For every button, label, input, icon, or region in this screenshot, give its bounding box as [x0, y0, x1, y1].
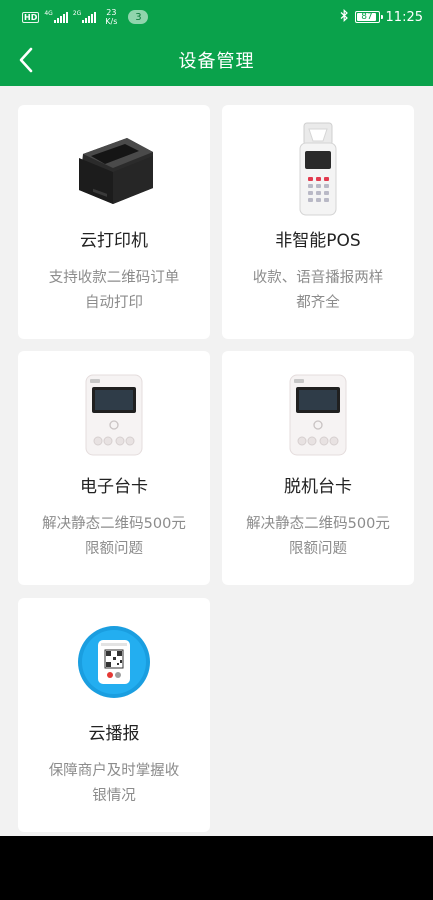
device-description: 支持收款二维码订单自动打印 — [48, 270, 180, 311]
cloud-speaker-image — [18, 612, 210, 712]
notification-count-badge: 3 — [128, 10, 149, 24]
navigation-bar: 设备管理 — [0, 34, 433, 86]
offline-card-device-image — [222, 365, 414, 465]
battery-level: 87 — [361, 12, 373, 22]
device-card-electronic-card[interactable]: 电子台卡 解决静态二维码500元限额问题 — [18, 351, 210, 585]
chevron-left-icon — [19, 47, 33, 73]
network-speed-unit: K/s — [105, 17, 118, 26]
pos-terminal-image — [222, 119, 414, 219]
electronic-card-device-image — [18, 365, 210, 465]
network-speed-value: 23 — [106, 8, 117, 17]
device-name: 电子台卡 — [80, 477, 148, 497]
battery-icon: 87 — [354, 11, 383, 23]
device-card-non-smart-pos[interactable]: 非智能POS 收款、语音播报两样都齐全 — [222, 105, 414, 339]
device-management-screen: HD 4G 2G 23 K/s 3 87 11:25 设备管理 云打印机 支持收… — [0, 0, 433, 836]
thermal-printer-image — [18, 119, 210, 219]
hd-voice-icon: HD — [22, 11, 40, 23]
status-left-group: HD 4G 2G 23 K/s 3 — [22, 5, 149, 29]
device-name: 非智能POS — [275, 231, 361, 251]
signal-4g-icon: 4G — [44, 10, 68, 23]
status-time: 11:25 — [385, 9, 423, 25]
network-speed: 23 K/s — [105, 8, 117, 26]
network-type-2: 2G — [72, 10, 82, 17]
system-navigation-area — [0, 836, 433, 900]
device-description: 收款、语音播报两样都齐全 — [252, 270, 384, 311]
device-name: 云播报 — [88, 724, 140, 744]
page-title: 设备管理 — [178, 51, 255, 72]
device-description: 解决静态二维码500元限额问题 — [246, 516, 390, 557]
status-bar: HD 4G 2G 23 K/s 3 87 11:25 — [0, 0, 433, 34]
device-name: 云打印机 — [80, 231, 148, 251]
device-card-offline-card[interactable]: 脱机台卡 解决静态二维码500元限额问题 — [222, 351, 414, 585]
device-card-cloud-speaker[interactable]: 云播报 保障商户及时掌握收银情况 — [18, 598, 210, 832]
signal-2g-icon: 2G — [72, 10, 97, 23]
device-description: 解决静态二维码500元限额问题 — [42, 516, 186, 557]
status-right-group: 87 11:25 — [340, 5, 423, 29]
device-card-cloud-printer[interactable]: 云打印机 支持收款二维码订单自动打印 — [18, 105, 210, 339]
device-description: 保障商户及时掌握收银情况 — [48, 763, 180, 804]
bluetooth-icon — [340, 9, 349, 25]
network-type-1: 4G — [44, 10, 53, 17]
device-name: 脱机台卡 — [284, 477, 352, 497]
back-button[interactable] — [4, 38, 48, 82]
